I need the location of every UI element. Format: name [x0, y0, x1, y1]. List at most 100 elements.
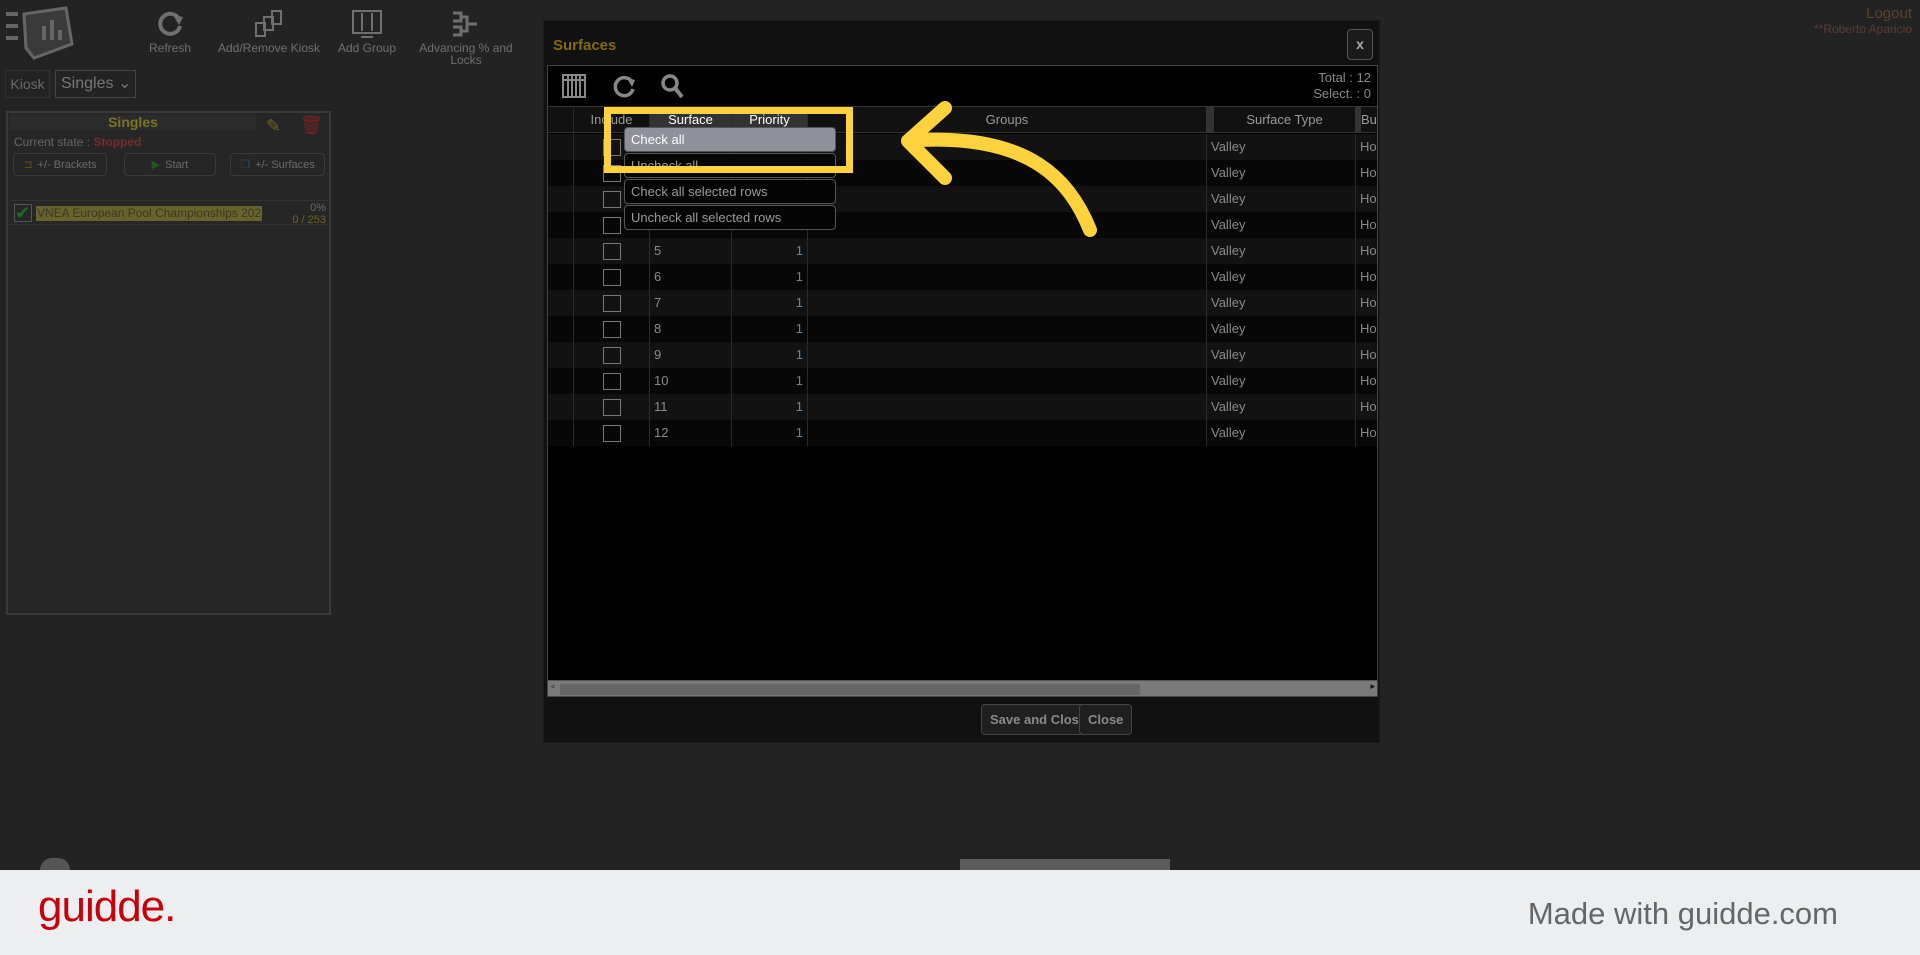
refresh-button[interactable]: Refresh: [115, 8, 225, 54]
include-checkbox[interactable]: [603, 373, 621, 390]
include-checkbox[interactable]: [603, 243, 621, 260]
surfaces-button[interactable]: ❐ +/- Surfaces: [230, 153, 325, 176]
kiosk-select[interactable]: Singles ⌄: [55, 70, 136, 98]
bui-cell: Ho: [1355, 316, 1377, 342]
refresh-icon[interactable]: [612, 74, 638, 100]
advancing-locks-button[interactable]: Advancing % and Locks: [411, 8, 521, 66]
menu-uncheck-all-selected-rows[interactable]: Uncheck all selected rows: [624, 205, 836, 230]
priority-cell: 1: [731, 368, 807, 394]
groups-cell: [807, 342, 1206, 368]
groups-cell: [807, 420, 1206, 446]
scroll-left-icon[interactable]: ◂: [550, 681, 555, 692]
include-checkbox[interactable]: [603, 217, 621, 234]
scrollbar-thumb[interactable]: [560, 684, 1140, 695]
modal-close-x-button[interactable]: x: [1347, 29, 1373, 60]
brackets-button[interactable]: ⊐ +/- Brackets: [13, 153, 107, 176]
menu-check-all-selected-rows[interactable]: Check all selected rows: [624, 179, 836, 204]
groups-cell: [807, 368, 1206, 394]
chat-widget-icon[interactable]: [40, 858, 70, 870]
surface-type-cell: Valley: [1206, 212, 1355, 238]
priority-cell: 1: [731, 290, 807, 316]
include-checkbox[interactable]: [603, 191, 621, 208]
include-checkbox[interactable]: [603, 425, 621, 442]
surface-cell: 10: [649, 368, 731, 394]
bui-cell: Ho: [1355, 394, 1377, 420]
bui-cell: Ho: [1355, 368, 1377, 394]
priority-cell: 1: [731, 420, 807, 446]
current-state: Current state : Stopped: [14, 135, 142, 149]
table-row[interactable]: 7 1 Valley Ho: [548, 290, 1377, 316]
scroll-right-icon[interactable]: ▸: [1370, 681, 1375, 692]
col-surface-type[interactable]: Surface Type: [1206, 107, 1355, 133]
surface-type-cell: Valley: [1206, 420, 1355, 446]
event-progress: 0% 0 / 253: [292, 202, 326, 226]
include-cell: [573, 420, 649, 446]
surface-cell: 12: [649, 420, 731, 446]
add-remove-kiosk-button[interactable]: Add/Remove Kiosk: [214, 8, 324, 54]
include-checkbox[interactable]: [603, 347, 621, 364]
table-row[interactable]: 10 1 Valley Ho: [548, 368, 1377, 394]
kiosk-icon: [214, 8, 324, 40]
bui-cell: Ho: [1355, 290, 1377, 316]
search-icon[interactable]: [660, 73, 686, 101]
surface-type-cell: Valley: [1206, 290, 1355, 316]
checked-icon[interactable]: ✔: [14, 204, 32, 222]
include-cell: [573, 238, 649, 264]
singles-panel: Singles ✎ 🗑 Current state : Stopped ⊐ +/-…: [6, 111, 331, 615]
add-group-label: Add Group: [337, 41, 397, 55]
play-icon: ▶: [151, 159, 161, 171]
event-row[interactable]: ✔ VNEA European Pool Championships 202 0…: [10, 200, 328, 226]
add-group-button[interactable]: Add Group: [312, 8, 422, 54]
priority-cell: 1: [731, 238, 807, 264]
made-with-text: Made with guidde.com: [1527, 896, 1838, 931]
highlight-box: [604, 107, 853, 173]
groups-cell: [807, 290, 1206, 316]
table-row[interactable]: 8 1 Valley Ho: [548, 316, 1377, 342]
horizontal-scrollbar[interactable]: ◂ ▸: [548, 680, 1377, 696]
include-checkbox[interactable]: [603, 269, 621, 286]
table-row[interactable]: 11 1 Valley Ho: [548, 394, 1377, 420]
columns-icon[interactable]: [562, 74, 586, 98]
include-cell: [573, 394, 649, 420]
include-cell: [573, 290, 649, 316]
bracket-icon: [411, 8, 521, 40]
include-checkbox[interactable]: [603, 321, 621, 338]
surface-type-cell: Valley: [1206, 368, 1355, 394]
surface-type-cell: Valley: [1206, 264, 1355, 290]
bui-cell: Ho: [1355, 342, 1377, 368]
edit-pencil-icon[interactable]: ✎: [266, 116, 281, 137]
surface-type-cell: Valley: [1206, 342, 1355, 368]
bui-cell: Ho: [1355, 238, 1377, 264]
state-value: Stopped: [93, 135, 142, 149]
table-row[interactable]: 6 1 Valley Ho: [548, 264, 1377, 290]
bui-cell: Ho: [1355, 134, 1377, 160]
priority-cell: 1: [731, 316, 807, 342]
surface-type-cell: Valley: [1206, 394, 1355, 420]
surface-cell: 11: [649, 394, 731, 420]
groups-cell: [807, 316, 1206, 342]
bottom-tab[interactable]: [960, 859, 1170, 870]
col-bui[interactable]: Bui: [1355, 107, 1377, 133]
start-button[interactable]: ▶ Start: [124, 153, 216, 176]
priority-cell: 1: [731, 394, 807, 420]
surface-cell: 8: [649, 316, 731, 342]
include-checkbox[interactable]: [603, 295, 621, 312]
table-row[interactable]: 12 1 Valley Ho: [548, 420, 1377, 446]
logout-link[interactable]: Logout: [1814, 5, 1912, 22]
table-row[interactable]: 9 1 Valley Ho: [548, 342, 1377, 368]
include-checkbox[interactable]: [603, 399, 621, 416]
chevron-down-icon: ⌄: [117, 75, 132, 92]
surface-type-cell: Valley: [1206, 134, 1355, 160]
kiosk-select-value: Singles: [61, 75, 114, 92]
grid-totals: Total : 12 Select. : 0: [1313, 70, 1371, 101]
bui-cell: Ho: [1355, 264, 1377, 290]
delete-trash-icon[interactable]: 🗑: [300, 115, 323, 136]
surface-type-cell: Valley: [1206, 238, 1355, 264]
save-and-close-button[interactable]: Save and Close: [981, 704, 1096, 735]
user-name: **Roberto Aparicio: [1813, 22, 1912, 36]
bui-cell: Ho: [1355, 420, 1377, 446]
include-cell: [573, 368, 649, 394]
close-button[interactable]: Close: [1079, 704, 1133, 735]
modal-title: Surfaces: [553, 37, 617, 54]
groups-cell: [807, 394, 1206, 420]
